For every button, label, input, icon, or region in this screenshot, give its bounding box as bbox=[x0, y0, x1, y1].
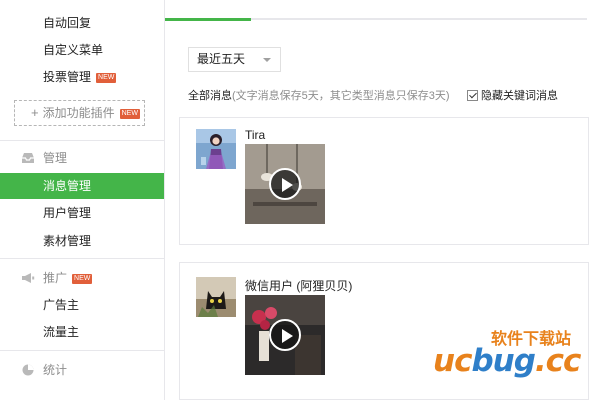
sidebar-item-vote-manage[interactable]: 投票管理 NEW bbox=[0, 64, 164, 90]
tray-icon bbox=[22, 153, 34, 163]
watermark-brand: ucbug.cc bbox=[433, 343, 582, 379]
hide-keyword-label: 隐藏关键词消息 bbox=[481, 90, 558, 102]
new-badge: NEW bbox=[72, 273, 93, 284]
sidebar-item-label: 流量主 bbox=[43, 325, 80, 339]
checkbox-checked-icon[interactable] bbox=[467, 90, 478, 101]
sender-name: Tira bbox=[245, 128, 266, 142]
sidebar-item-label: 投票管理 bbox=[43, 70, 92, 84]
sidebar-item-advertiser[interactable]: 广告主 bbox=[0, 292, 164, 318]
sidebar-item-user-manage[interactable]: 用户管理 bbox=[0, 200, 164, 226]
sidebar-item-label: 消息管理 bbox=[43, 179, 92, 193]
add-plugin-label: 添加功能插件 bbox=[42, 106, 115, 120]
megaphone-icon bbox=[22, 273, 35, 283]
sidebar-item-label: 自定义菜单 bbox=[43, 43, 104, 57]
sidebar-item-label: 用户管理 bbox=[43, 206, 92, 220]
sidebar-item-label: 广告主 bbox=[43, 298, 80, 312]
sidebar-item-traffic-owner[interactable]: 流量主 bbox=[0, 319, 164, 345]
play-icon[interactable] bbox=[269, 168, 301, 200]
sidebar-group-label: 管理 bbox=[43, 151, 68, 165]
sidebar-item-label: 自动回复 bbox=[43, 16, 92, 30]
sender-name: 微信用户 (阿狸贝贝) bbox=[245, 279, 353, 293]
watermark-logo: 软件下载站 ucbug.cc bbox=[433, 325, 598, 385]
sidebar-item-auto-reply[interactable]: 自动回复 bbox=[0, 10, 164, 36]
hide-keyword-toggle[interactable]: 隐藏关键词消息 bbox=[467, 89, 558, 103]
new-badge: NEW bbox=[96, 72, 117, 83]
sidebar-group-stats[interactable]: 统计 bbox=[0, 357, 164, 383]
retention-note: (文字消息保存5天，其它类型消息只保存3天) bbox=[232, 90, 450, 102]
video-thumbnail[interactable] bbox=[245, 295, 325, 375]
sidebar-divider bbox=[0, 350, 164, 351]
video-thumbnail[interactable] bbox=[245, 144, 325, 224]
period-select[interactable]: 最近五天 bbox=[188, 47, 281, 72]
sidebar-group-promote: 推广 NEW bbox=[0, 265, 164, 291]
sidebar-item-message-manage[interactable]: 消息管理 bbox=[0, 173, 164, 199]
sidebar-group-manage: 管理 bbox=[0, 145, 164, 171]
pie-chart-icon bbox=[22, 364, 34, 376]
sidebar: 自动回复 自定义菜单 投票管理 NEW + 添加功能插件 NEW 管理 消息管理 用户… bbox=[0, 0, 165, 400]
sidebar-divider bbox=[0, 258, 164, 259]
tab-active-indicator[interactable] bbox=[165, 18, 251, 21]
watermark-brand-part: uc bbox=[433, 343, 472, 379]
add-plugin-button[interactable]: + 添加功能插件 NEW bbox=[14, 100, 145, 126]
sidebar-item-label: 素材管理 bbox=[43, 234, 92, 248]
sidebar-group-label: 统计 bbox=[43, 363, 68, 377]
sidebar-item-material-manage[interactable]: 素材管理 bbox=[0, 228, 164, 254]
avatar[interactable] bbox=[196, 277, 236, 317]
message-item: Tira bbox=[179, 117, 589, 245]
all-messages-label[interactable]: 全部消息 bbox=[188, 90, 232, 102]
watermark-brand-part: .cc bbox=[534, 343, 582, 379]
sidebar-divider bbox=[0, 140, 164, 141]
sidebar-item-custom-menu[interactable]: 自定义菜单 bbox=[0, 37, 164, 63]
avatar[interactable] bbox=[196, 129, 236, 169]
plus-icon: + bbox=[31, 105, 39, 120]
period-select-value: 最近五天 bbox=[197, 52, 246, 66]
play-icon[interactable] bbox=[269, 319, 301, 351]
watermark-brand-part: bug bbox=[471, 343, 535, 379]
new-badge: NEW bbox=[119, 108, 140, 119]
sidebar-group-label: 推广 bbox=[43, 271, 68, 285]
chevron-down-icon bbox=[263, 58, 271, 62]
